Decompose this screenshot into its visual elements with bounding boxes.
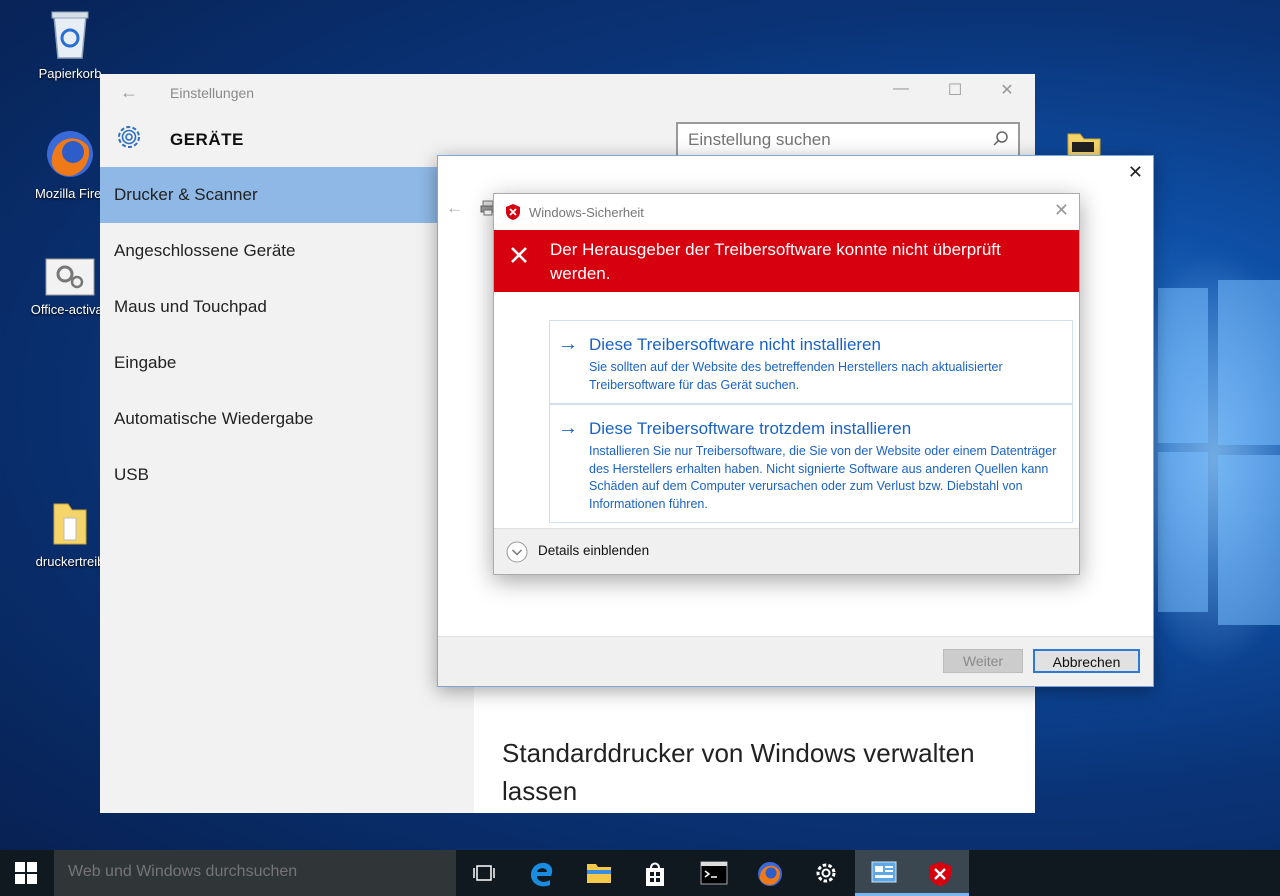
settings-search-input[interactable] (688, 130, 978, 150)
folder-icon (50, 498, 90, 548)
edge-icon[interactable] (513, 850, 570, 896)
security-titlebar: Windows-Sicherheit ✕ (494, 194, 1079, 230)
command-prompt-icon[interactable] (684, 850, 741, 896)
file-explorer-icon[interactable] (570, 850, 627, 896)
nav-item-connected-devices[interactable]: Angeschlossene Geräte (100, 223, 474, 279)
nav-item-printers-scanners[interactable]: Drucker & Scanner (100, 167, 474, 223)
back-arrow-icon[interactable]: ← (446, 198, 463, 218)
section-title: GERÄTE (170, 130, 244, 149)
warning-banner: Der Herausgeber der Treibersoftware konn… (494, 230, 1079, 292)
desktop-icon-recycle-bin[interactable]: Papierkorb (20, 8, 120, 81)
store-icon[interactable] (627, 850, 684, 896)
close-icon[interactable]: ✕ (1054, 200, 1069, 221)
details-label: Details einblenden (538, 543, 650, 558)
chevron-down-icon (506, 541, 528, 563)
nav-item-autoplay[interactable]: Automatische Wiedergabe (100, 391, 474, 447)
close-icon[interactable]: ✕ (984, 80, 1030, 104)
firefox-icon (44, 128, 96, 180)
arrow-right-icon: → (558, 417, 578, 439)
desktop-logo-pane (1218, 280, 1280, 445)
gear-icon (114, 122, 144, 152)
windows-logo-icon (15, 862, 37, 884)
details-toggle[interactable]: Details einblenden (494, 528, 1079, 574)
nav-item-typing[interactable]: Eingabe (100, 335, 474, 391)
control-panel-icon[interactable] (855, 850, 912, 896)
taskbar-search-input[interactable] (68, 863, 448, 881)
settings-titlebar: ← Einstellungen — ☐ ✕ (100, 74, 1035, 110)
taskbar (0, 850, 1280, 896)
option-install-anyway[interactable]: → Diese Treibersoftware trotzdem install… (549, 404, 1073, 523)
security-dialog-title: Windows-Sicherheit (529, 205, 644, 220)
windows-security-icon[interactable] (912, 850, 969, 896)
option-description: Sie sollten auf der Website des betreffe… (589, 360, 1003, 392)
firefox-icon[interactable] (741, 850, 798, 896)
start-button[interactable] (0, 850, 52, 896)
settings-icon[interactable] (798, 850, 855, 896)
desktop-logo-pane (1158, 452, 1208, 612)
settings-app-title: Einstellungen (170, 85, 255, 101)
settings-nav: Drucker & Scanner Angeschlossene Geräte … (100, 167, 474, 503)
option-do-not-install[interactable]: → Diese Treibersoftware nicht installier… (549, 320, 1073, 404)
shield-icon (505, 203, 521, 221)
desktop-logo-pane (1158, 288, 1208, 443)
task-view-icon[interactable] (456, 850, 513, 896)
close-icon[interactable]: ✕ (1128, 162, 1143, 183)
cancel-button[interactable]: Abbrechen (1033, 649, 1140, 673)
option-title: Diese Treibersoftware trotzdem installie… (589, 419, 912, 438)
next-button[interactable]: Weiter (943, 649, 1023, 673)
desktop-logo-pane (1218, 455, 1280, 625)
warning-message: Der Herausgeber der Treibersoftware konn… (550, 240, 1001, 283)
maximize-icon[interactable]: ☐ (932, 80, 978, 104)
back-arrow-icon[interactable]: ← (120, 82, 138, 103)
settings-content-pane: Standarddrucker von Windows verwalten la… (474, 686, 1035, 813)
settings-shortcut-icon (45, 258, 95, 296)
recycle-bin-icon (48, 8, 92, 60)
taskbar-search-box[interactable] (54, 850, 456, 896)
default-printer-heading: Standarddrucker von Windows verwalten la… (502, 738, 975, 806)
option-description: Installieren Sie nur Treibersoftware, di… (589, 444, 1057, 511)
windows-security-dialog: Windows-Sicherheit ✕ Der Herausgeber der… (493, 193, 1080, 575)
option-title: Diese Treibersoftware nicht installieren (589, 335, 881, 354)
search-icon[interactable] (992, 130, 1010, 148)
error-x-icon (508, 244, 530, 266)
nav-item-mouse-touchpad[interactable]: Maus und Touchpad (100, 279, 474, 335)
arrow-right-icon: → (558, 333, 578, 355)
minimize-icon[interactable]: — (878, 80, 924, 104)
settings-search-box[interactable] (676, 122, 1020, 158)
nav-item-usb[interactable]: USB (100, 447, 474, 503)
wizard-footer: Weiter Abbrechen (438, 636, 1153, 686)
